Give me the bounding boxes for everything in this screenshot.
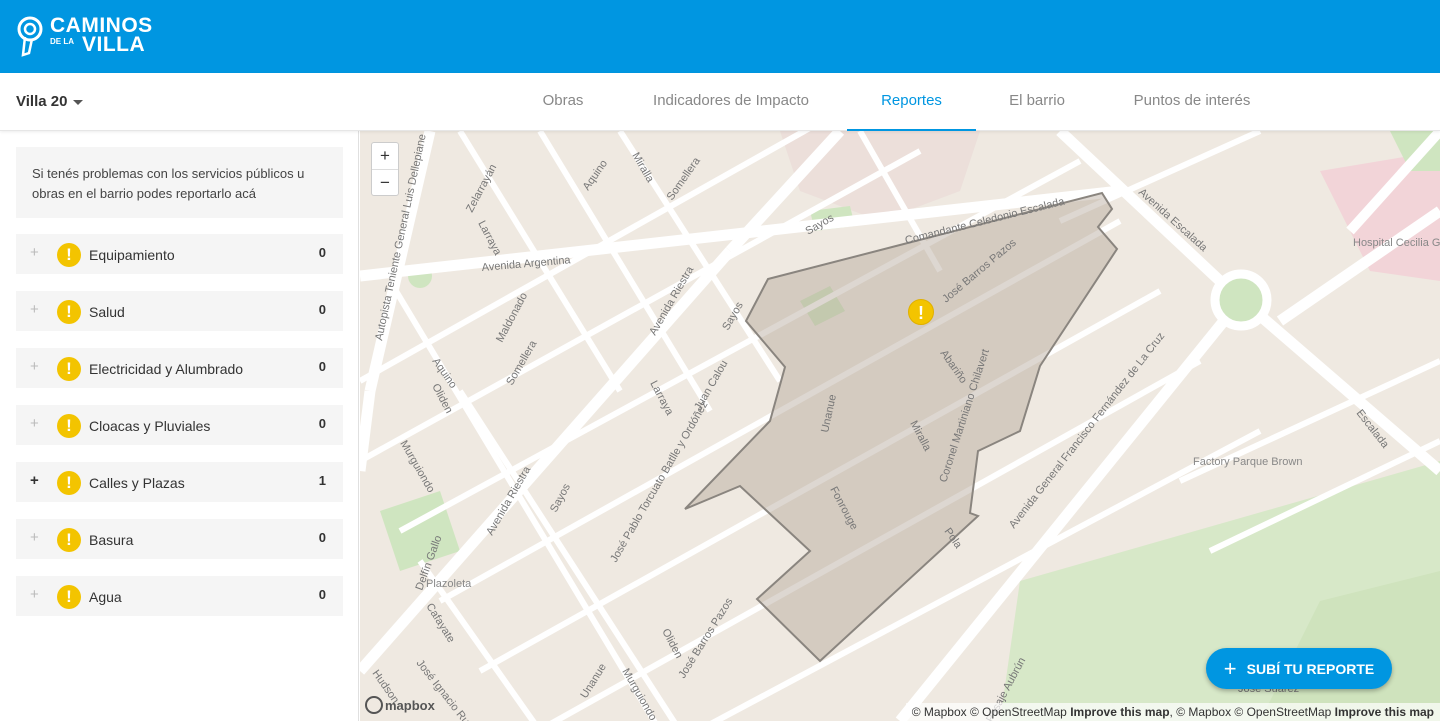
logo-pin-icon <box>17 16 43 57</box>
map-attribution: © Mapbox © OpenStreetMap Improve this ma… <box>905 703 1440 721</box>
category-label: Calles y Plazas <box>89 475 185 491</box>
warning-icon: ! <box>57 471 81 495</box>
tab-obras[interactable]: Obras <box>520 73 606 131</box>
expand-icon[interactable]: + <box>30 301 39 319</box>
warning-icon: ! <box>57 585 81 609</box>
logo-text-de-la: DE LA <box>50 37 74 46</box>
category-cloacas-y-pluviales[interactable]: + ! Cloacas y Pluviales 0 <box>16 405 343 445</box>
improve-map-link[interactable]: Improve this map <box>1335 705 1434 719</box>
street-label: José Pablo Torcuato Batlle y Ordóñez <box>608 399 710 564</box>
caret-down-icon <box>73 99 84 105</box>
category-count: 0 <box>318 416 326 431</box>
submit-report-label: SUBÍ TU REPORTE <box>1246 660 1375 677</box>
category-calles-y-plazas[interactable]: + ! Calles y Plazas 1 <box>16 462 343 502</box>
villa-selector[interactable]: Villa 20 <box>16 93 84 110</box>
villa-selector-label: Villa 20 <box>16 93 68 110</box>
street-label: Murguiondo <box>397 439 436 495</box>
expand-icon[interactable]: + <box>30 529 39 547</box>
navigation-bar: Villa 20 Obras Indicadores de Impacto Re… <box>0 73 1440 131</box>
place-label: Plazoleta <box>426 578 472 590</box>
category-count: 0 <box>318 245 326 260</box>
place-label: Factory Parque Brown <box>1193 456 1302 468</box>
category-salud[interactable]: + ! Salud 0 <box>16 291 343 331</box>
category-count: 0 <box>318 302 326 317</box>
mapbox-logo[interactable]: mapbox <box>365 696 435 714</box>
expand-icon[interactable]: + <box>30 358 39 376</box>
expand-icon[interactable]: + <box>30 244 39 262</box>
zoom-control: + − <box>371 142 399 196</box>
app-header: CAMINOS DE LA VILLA <box>0 0 1440 73</box>
warning-icon: ! <box>57 243 81 267</box>
reports-sidebar: Si tenés problemas con los servicios púb… <box>0 131 359 721</box>
category-count: 0 <box>318 359 326 374</box>
expand-icon[interactable]: + <box>30 415 39 433</box>
caminos-de-la-villa-logo[interactable]: CAMINOS DE LA VILLA <box>16 14 166 60</box>
street-label: Miralla <box>629 151 656 186</box>
tab-el-barrio[interactable]: El barrio <box>992 73 1082 131</box>
category-label: Equipamiento <box>89 247 175 263</box>
category-agua[interactable]: + ! Agua 0 <box>16 576 343 616</box>
category-label: Salud <box>89 304 125 320</box>
street-label: Larraya <box>475 219 504 258</box>
tab-puntos-de-interes[interactable]: Puntos de interés <box>1113 73 1271 131</box>
expand-icon[interactable]: + <box>30 472 39 490</box>
map-canvas[interactable]: Autopista Teniente General Luis Dellepia… <box>360 131 1440 721</box>
category-count: 0 <box>318 530 326 545</box>
place-label: Hospital Cecilia Grierson <box>1353 237 1440 249</box>
tab-indicadores-de-impacto[interactable]: Indicadores de Impacto <box>636 73 826 131</box>
mapbox-logo-text: mapbox <box>385 697 435 713</box>
category-label: Agua <box>89 589 122 605</box>
mapbox-circle-icon <box>365 696 383 714</box>
warning-icon: ! <box>57 300 81 324</box>
category-count: 0 <box>318 587 326 602</box>
street-label: Sayos <box>548 481 573 514</box>
map-view[interactable]: Autopista Teniente General Luis Dellepia… <box>360 131 1440 721</box>
street-label: Aquino <box>581 158 610 193</box>
street-label: José Barros Pazos <box>676 596 735 681</box>
attribution-text: , © Mapbox © OpenStreetMap <box>1169 705 1335 719</box>
intro-text: Si tenés problemas con los servicios púb… <box>16 147 343 218</box>
tab-reportes[interactable]: Reportes <box>847 73 976 131</box>
plus-icon: + <box>1223 655 1237 681</box>
category-label: Cloacas y Pluviales <box>89 418 211 434</box>
improve-map-link[interactable]: Improve this map <box>1070 705 1169 719</box>
zoom-out-button[interactable]: − <box>372 169 398 195</box>
zoom-in-button[interactable]: + <box>372 143 398 169</box>
submit-report-button[interactable]: + SUBÍ TU REPORTE <box>1206 648 1392 689</box>
street-label: Oliden <box>659 627 685 661</box>
category-equipamiento[interactable]: + ! Equipamiento 0 <box>16 234 343 274</box>
attribution-text: © Mapbox © OpenStreetMap <box>911 705 1071 719</box>
category-label: Basura <box>89 532 134 548</box>
warning-icon: ! <box>57 528 81 552</box>
expand-icon[interactable]: + <box>30 586 39 604</box>
category-count: 1 <box>318 473 326 488</box>
warning-icon: ! <box>57 357 81 381</box>
category-electricidad-y-alumbrado[interactable]: + ! Electricidad y Alumbrado 0 <box>16 348 343 388</box>
category-basura[interactable]: + ! Basura 0 <box>16 519 343 559</box>
logo-text-villa: VILLA <box>82 33 146 56</box>
category-label: Electricidad y Alumbrado <box>89 361 244 377</box>
warning-icon: ! <box>57 414 81 438</box>
report-marker-icon[interactable]: ! <box>908 299 934 325</box>
